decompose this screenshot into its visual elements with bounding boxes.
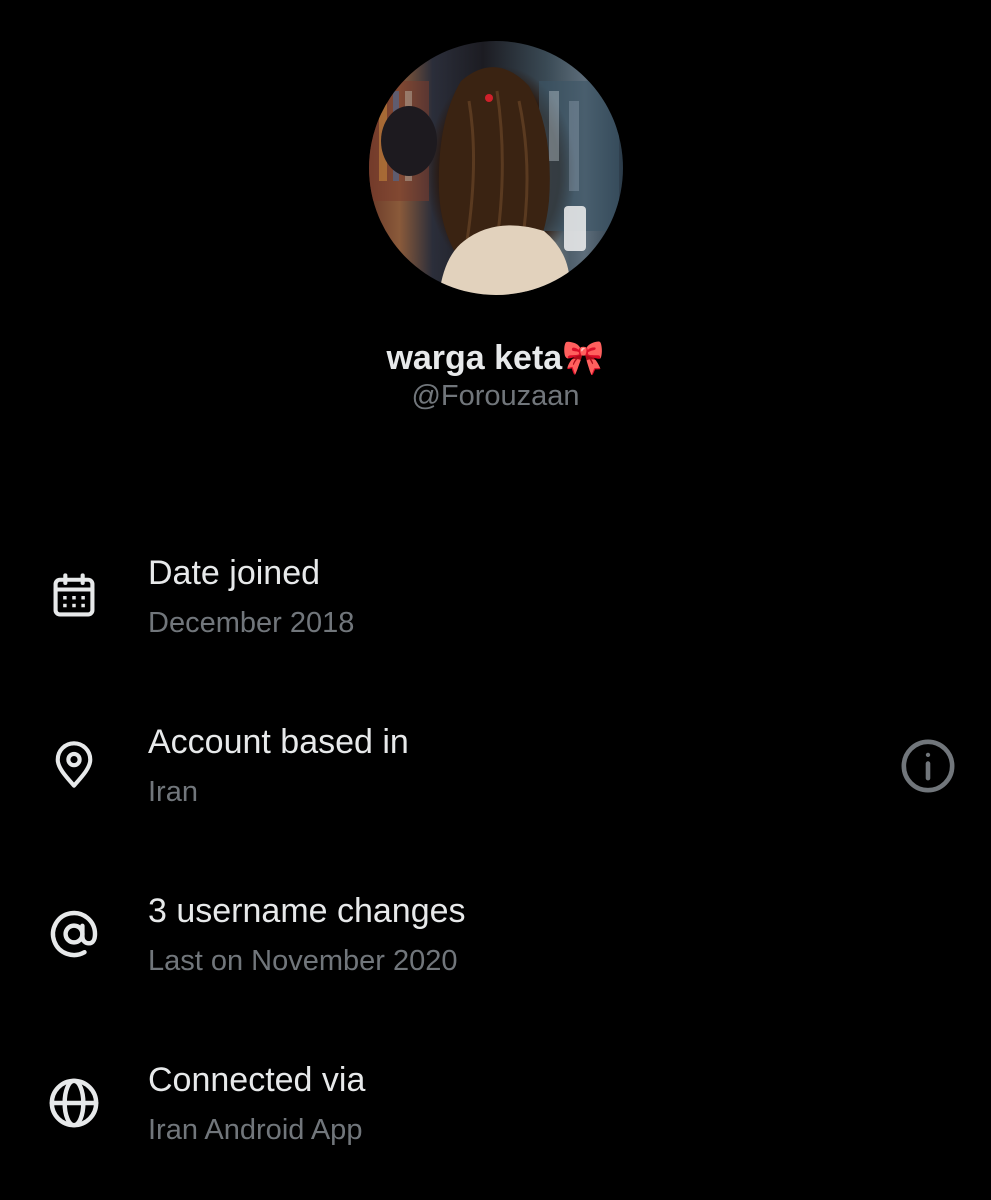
detail-label: Account based in bbox=[148, 723, 409, 761]
detail-row-connected-via: Connected via Iran Android App bbox=[0, 1057, 991, 1157]
display-name: warga keta🎀 bbox=[386, 339, 605, 377]
info-icon[interactable] bbox=[898, 736, 958, 796]
avatar[interactable] bbox=[369, 41, 623, 295]
location-pin-icon bbox=[44, 735, 104, 795]
detail-label: Date joined bbox=[148, 554, 321, 592]
detail-label: Connected via bbox=[148, 1061, 366, 1099]
detail-value: Iran Android App bbox=[148, 1114, 363, 1146]
at-sign-icon bbox=[44, 904, 104, 964]
detail-row-account-based-in: Account based in Iran bbox=[0, 719, 991, 819]
detail-value: December 2018 bbox=[148, 607, 355, 639]
calendar-icon bbox=[44, 566, 104, 626]
detail-label: 3 username changes bbox=[148, 892, 466, 930]
detail-row-date-joined: Date joined December 2018 bbox=[0, 550, 991, 650]
detail-value: Iran bbox=[148, 776, 198, 808]
username-handle: @Forouzaan bbox=[411, 380, 580, 412]
avatar-photo bbox=[369, 67, 619, 295]
detail-row-username-changes: 3 username changes Last on November 2020 bbox=[0, 888, 991, 988]
globe-icon bbox=[44, 1073, 104, 1133]
detail-value: Last on November 2020 bbox=[148, 945, 458, 977]
